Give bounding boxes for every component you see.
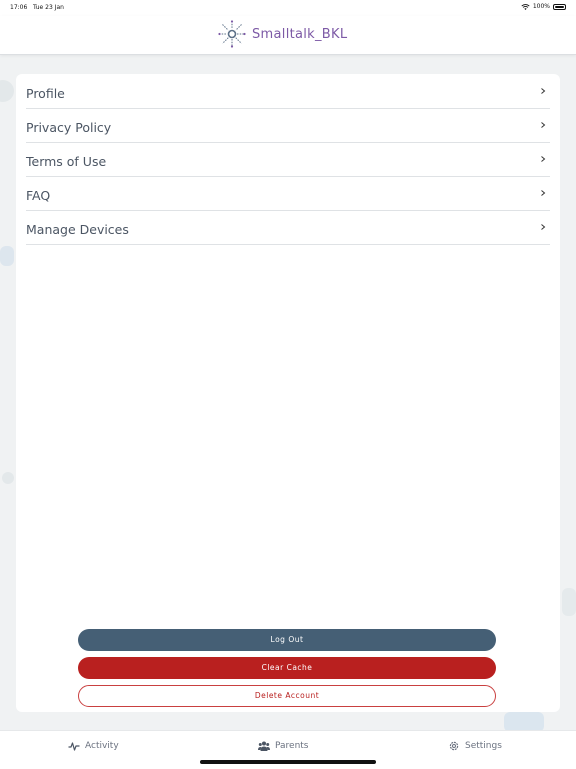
background-decoration (0, 80, 14, 102)
menu-item-profile[interactable]: Profile (26, 76, 550, 109)
chevron-right-icon (541, 156, 546, 162)
menu-item-terms-of-use[interactable]: Terms of Use (26, 144, 550, 177)
home-indicator[interactable] (200, 760, 376, 764)
bottom-tab-bar: Activity Parents Settings (0, 730, 576, 769)
chevron-right-icon (541, 190, 546, 196)
background-decoration (562, 588, 576, 616)
status-indicators: 100% (521, 3, 566, 10)
clear-cache-button[interactable]: Clear Cache (78, 657, 496, 679)
menu-item-faq[interactable]: FAQ (26, 178, 550, 211)
menu-item-label: Profile (26, 86, 65, 101)
tab-label: Activity (85, 741, 119, 751)
delete-account-button[interactable]: Delete Account (78, 685, 496, 707)
background-decoration (0, 246, 14, 266)
tab-settings[interactable]: Settings (448, 740, 502, 752)
tab-label: Settings (465, 741, 502, 751)
status-time: 17:06 (10, 4, 28, 11)
tab-parents[interactable]: Parents (258, 740, 309, 752)
log-out-button[interactable]: Log Out (78, 629, 496, 651)
menu-item-label: Privacy Policy (26, 120, 112, 135)
menu-item-label: Manage Devices (26, 222, 129, 237)
battery-percentage: 100% (532, 3, 550, 10)
chevron-right-icon (541, 88, 546, 94)
tab-label: Parents (275, 741, 309, 751)
battery-icon (553, 3, 566, 10)
app-header: Smalltalk_BKL (0, 16, 576, 55)
status-date: Tue 23 Jan (33, 4, 64, 11)
gear-icon (449, 741, 459, 751)
settings-menu-list: Profile Privacy Policy Terms of Use FAQ … (26, 76, 550, 246)
status-bar: 17:06 Tue 23 Jan 100% (0, 0, 576, 16)
activity-pulse-icon (68, 742, 80, 751)
menu-item-privacy-policy[interactable]: Privacy Policy (26, 110, 550, 143)
people-group-icon (258, 741, 270, 751)
settings-card: Profile Privacy Policy Terms of Use FAQ … (16, 74, 560, 712)
menu-item-label: Terms of Use (26, 154, 107, 169)
menu-item-manage-devices[interactable]: Manage Devices (26, 212, 550, 245)
app-title: Smalltalk_BKL (252, 26, 348, 42)
background-decoration (2, 472, 14, 484)
smalltalk-logo-icon (218, 20, 246, 48)
background-decoration (504, 712, 544, 732)
app-logo: Smalltalk_BKL (218, 20, 347, 48)
tab-activity[interactable]: Activity (68, 740, 119, 752)
menu-item-label: FAQ (26, 188, 51, 203)
chevron-right-icon (541, 224, 546, 230)
wifi-icon (521, 3, 530, 10)
chevron-right-icon (541, 122, 546, 128)
